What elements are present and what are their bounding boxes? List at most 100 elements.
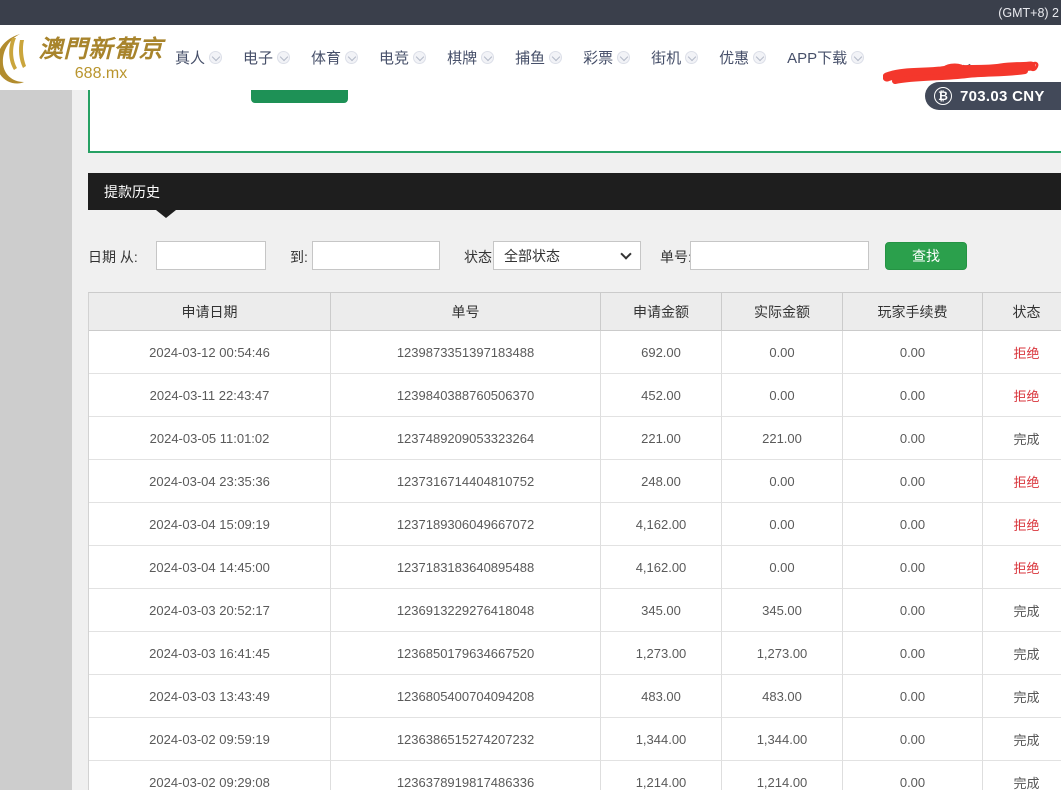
table-row: 2024-03-03 16:41:45 1236850179634667520 … bbox=[89, 632, 1061, 675]
cell-fee: 0.00 bbox=[843, 331, 983, 374]
nav-item-chess[interactable]: 棋牌 bbox=[447, 47, 494, 68]
table-row: 2024-03-04 14:45:00 1237183183640895488 … bbox=[89, 546, 1061, 589]
cell-actual: 0.00 bbox=[722, 460, 843, 503]
table-row: 2024-03-12 00:54:46 1239873351397183488 … bbox=[89, 331, 1061, 374]
cell-fee: 0.00 bbox=[843, 761, 983, 790]
table-row: 2024-03-03 20:52:17 1236913229276418048 … bbox=[89, 589, 1061, 632]
table-row: 2024-03-02 09:59:19 1236386515274207232 … bbox=[89, 718, 1061, 761]
cell-amount: 4,162.00 bbox=[601, 546, 722, 589]
cell-actual: 221.00 bbox=[722, 417, 843, 460]
cell-amount: 221.00 bbox=[601, 417, 722, 460]
cell-date: 2024-03-04 14:45:00 bbox=[89, 546, 331, 589]
left-gutter bbox=[0, 90, 72, 790]
timezone-text: (GMT+8) 2 bbox=[998, 6, 1059, 20]
cell-amount: 4,162.00 bbox=[601, 503, 722, 546]
chevron-down-icon bbox=[620, 248, 631, 259]
cell-order: 1239873351397183488 bbox=[331, 331, 601, 374]
cell-order: 1237316714404810752 bbox=[331, 460, 601, 503]
order-input[interactable] bbox=[690, 241, 869, 270]
cell-amount: 483.00 bbox=[601, 675, 722, 718]
bitcoin-icon: ₿ bbox=[934, 87, 952, 105]
col-header-order: 单号 bbox=[331, 293, 601, 331]
cell-amount: 1,344.00 bbox=[601, 718, 722, 761]
cell-fee: 0.00 bbox=[843, 675, 983, 718]
brand-title: 澳門新葡京 bbox=[32, 29, 170, 64]
nav-item-slots[interactable]: 电子 bbox=[243, 47, 290, 68]
status-select[interactable]: 全部状态 bbox=[493, 241, 641, 270]
cell-actual: 345.00 bbox=[722, 589, 843, 632]
date-to-input[interactable] bbox=[312, 241, 440, 270]
cell-status: 拒绝 bbox=[983, 460, 1061, 503]
chevron-down-icon bbox=[345, 51, 358, 64]
header: 澳門新葡京 688.mx 真人 电子 体育 电竞 棋牌 捕鱼 彩票 街机 优惠 … bbox=[0, 25, 1061, 90]
chevron-down-icon bbox=[277, 51, 290, 64]
status-label: 状态: bbox=[464, 247, 496, 267]
nav-item-app-download[interactable]: APP下载 bbox=[787, 47, 864, 68]
cell-date: 2024-03-03 20:52:17 bbox=[89, 589, 331, 632]
cell-amount: 248.00 bbox=[601, 460, 722, 503]
search-button[interactable]: 查找 bbox=[885, 242, 967, 270]
chevron-down-icon bbox=[685, 51, 698, 64]
cell-amount: 1,273.00 bbox=[601, 632, 722, 675]
cell-fee: 0.00 bbox=[843, 718, 983, 761]
cell-date: 2024-03-03 13:43:49 bbox=[89, 675, 331, 718]
cell-actual: 1,273.00 bbox=[722, 632, 843, 675]
brand-logo[interactable]: 澳門新葡京 688.mx bbox=[32, 29, 170, 83]
col-header-fee: 玩家手续费 bbox=[843, 293, 983, 331]
section-title: 提款历史 bbox=[104, 182, 160, 202]
table-row: 2024-03-11 22:43:47 1239840388760506370 … bbox=[89, 374, 1061, 417]
table-row: 2024-03-03 13:43:49 1236805400704094208 … bbox=[89, 675, 1061, 718]
nav-item-sports[interactable]: 体育 bbox=[311, 47, 358, 68]
chevron-down-icon bbox=[753, 51, 766, 64]
topbar: (GMT+8) 2 bbox=[0, 0, 1061, 25]
cell-order: 1237183183640895488 bbox=[331, 546, 601, 589]
cell-date: 2024-03-11 22:43:47 bbox=[89, 374, 331, 417]
table-row: 2024-03-05 11:01:02 1237489209053323264 … bbox=[89, 417, 1061, 460]
cell-amount: 345.00 bbox=[601, 589, 722, 632]
cell-actual: 0.00 bbox=[722, 546, 843, 589]
cell-order: 1236378919817486336 bbox=[331, 761, 601, 790]
cell-status: 拒绝 bbox=[983, 331, 1061, 374]
main-nav: 真人 电子 体育 电竞 棋牌 捕鱼 彩票 街机 优惠 APP下载 bbox=[175, 25, 864, 90]
cell-status: 完成 bbox=[983, 718, 1061, 761]
cell-status: 完成 bbox=[983, 632, 1061, 675]
cell-status: 完成 bbox=[983, 675, 1061, 718]
cell-fee: 0.00 bbox=[843, 546, 983, 589]
nav-item-esports[interactable]: 电竞 bbox=[379, 47, 426, 68]
cell-order: 1236386515274207232 bbox=[331, 718, 601, 761]
table-header-row: 申请日期 单号 申请金额 实际金额 玩家手续费 状态 bbox=[89, 293, 1061, 331]
order-label: 单号: bbox=[660, 247, 692, 267]
cell-amount: 1,214.00 bbox=[601, 761, 722, 790]
chevron-down-icon bbox=[549, 51, 562, 64]
cell-fee: 0.00 bbox=[843, 460, 983, 503]
status-select-value: 全部状态 bbox=[504, 246, 560, 266]
cell-actual: 483.00 bbox=[722, 675, 843, 718]
balance-pill[interactable]: ₿ 703.03 CNY bbox=[925, 82, 1061, 110]
col-header-amount: 申请金额 bbox=[601, 293, 722, 331]
cell-status: 拒绝 bbox=[983, 374, 1061, 417]
nav-item-fishing[interactable]: 捕鱼 bbox=[515, 47, 562, 68]
cell-date: 2024-03-05 11:01:02 bbox=[89, 417, 331, 460]
cell-order: 1237189306049667072 bbox=[331, 503, 601, 546]
nav-item-promo[interactable]: 优惠 bbox=[719, 47, 766, 68]
cell-status: 拒绝 bbox=[983, 546, 1061, 589]
cell-status: 完成 bbox=[983, 761, 1061, 790]
cell-date: 2024-03-12 00:54:46 bbox=[89, 331, 331, 374]
col-header-date: 申请日期 bbox=[89, 293, 331, 331]
nav-item-lottery[interactable]: 彩票 bbox=[583, 47, 630, 68]
table-body: 2024-03-12 00:54:46 1239873351397183488 … bbox=[89, 331, 1061, 790]
date-to-label: 到: bbox=[290, 247, 308, 267]
date-from-input[interactable] bbox=[156, 241, 266, 270]
cell-date: 2024-03-04 15:09:19 bbox=[89, 503, 331, 546]
table-row: 2024-03-04 23:35:36 1237316714404810752 … bbox=[89, 460, 1061, 503]
section-arrow bbox=[156, 210, 176, 218]
section-title-bar: 提款历史 bbox=[88, 173, 1061, 210]
nav-item-arcade[interactable]: 街机 bbox=[651, 47, 698, 68]
chevron-down-icon bbox=[617, 51, 630, 64]
withdrawal-table: 申请日期 单号 申请金额 实际金额 玩家手续费 状态 2024-03-12 00… bbox=[88, 292, 1061, 790]
cell-date: 2024-03-02 09:59:19 bbox=[89, 718, 331, 761]
cell-order: 1237489209053323264 bbox=[331, 417, 601, 460]
cell-date: 2024-03-02 09:29:08 bbox=[89, 761, 331, 790]
nav-item-live[interactable]: 真人 bbox=[175, 47, 222, 68]
cell-status: 完成 bbox=[983, 589, 1061, 632]
